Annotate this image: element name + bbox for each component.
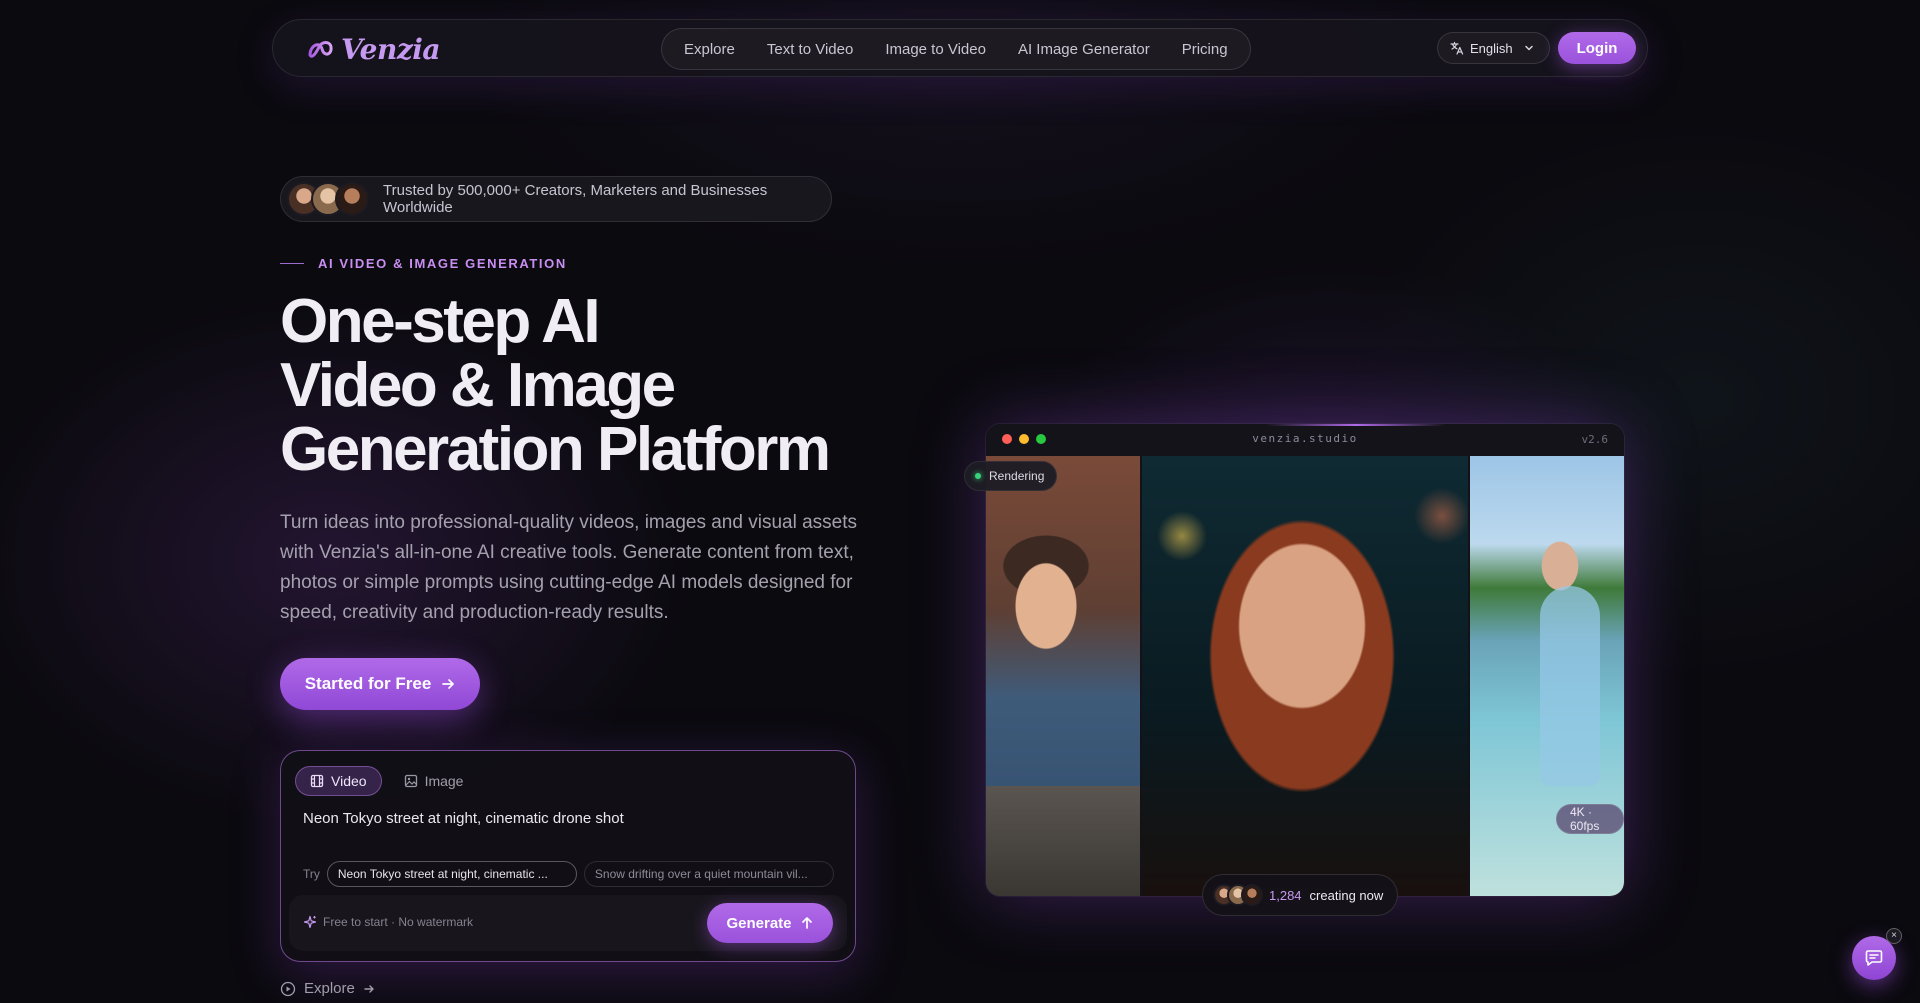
preview-version: v2.6 [1581,433,1609,446]
page-title: One-step AI Video & Image Generation Pla… [280,290,900,482]
preview-window: venzia.studio v2.6 Rendering 4K · 60fps … [964,424,1624,916]
arrow-right-icon [364,984,374,993]
sparkle-icon [303,915,317,929]
eyebrow: AI VIDEO & IMAGE GENERATION [280,256,567,271]
tab-video[interactable]: Video [295,766,382,796]
resolution-badge: 4K · 60fps [1556,804,1624,834]
arrow-up-icon [801,917,812,929]
headline-line: Generation Platform [280,415,831,484]
eyebrow-line [280,263,304,264]
eyebrow-text: AI VIDEO & IMAGE GENERATION [318,256,567,271]
explore-link[interactable]: Explore [280,980,375,997]
brand-logo[interactable]: Venzia [305,33,441,66]
nav-image-to-video[interactable]: Image to Video [869,41,1002,58]
chevron-down-icon [1524,45,1533,51]
preview-image-street [986,456,1140,896]
avatar-group [287,182,369,216]
suggestion-row: Try Neon Tokyo street at night, cinemati… [303,861,834,887]
free-note-text: Free to start · No watermark [323,915,474,929]
explore-label: Explore [304,980,355,997]
status-badge: Rendering [964,461,1058,491]
close-icon[interactable]: × [1886,928,1902,944]
image-icon [404,774,417,788]
prompt-footer: Free to start · No watermark Generate [289,895,847,951]
preview-gallery [986,456,1624,896]
arrow-right-icon [442,679,455,689]
generate-label: Generate [726,914,792,932]
brand-name: Venzia [341,33,441,66]
chat-icon [1865,950,1883,966]
tab-image-label: Image [424,773,464,789]
creating-now-badge: 1,284 creating now [1202,874,1399,916]
preview-domain: venzia.studio [1252,432,1358,445]
translate-icon [1450,41,1464,55]
top-navbar: Venzia Explore Text to Video Image to Vi… [272,19,1648,77]
headline-line: One-step AI [280,287,601,356]
nav-pricing[interactable]: Pricing [1166,41,1244,58]
suggestion-chip[interactable]: Snow drifting over a quiet mountain vil.… [583,861,834,887]
preview-image-portrait [1142,456,1468,896]
creating-label: creating now [1309,887,1384,903]
suggestion-chip[interactable]: Neon Tokyo street at night, cinematic ..… [326,861,577,887]
tab-image[interactable]: Image [390,766,478,796]
try-label: Try [303,867,320,881]
trust-text: Trusted by 500,000+ Creators, Marketers … [383,182,768,216]
film-icon [310,774,324,788]
trust-badge: Trusted by 500,000+ Creators, Marketers … [280,176,832,222]
nav-explore[interactable]: Explore [668,41,751,58]
play-circle-icon [280,981,296,996]
hero-subtitle: Turn ideas into professional-quality vid… [280,512,857,623]
tab-video-label: Video [331,773,367,789]
mode-tabs: Video Image [295,766,477,796]
login-button[interactable]: Login [1558,32,1636,64]
nav-links: Explore Text to Video Image to Video AI … [661,28,1251,70]
get-started-button[interactable]: Started for Free [280,658,480,710]
prompt-input[interactable]: Neon Tokyo street at night, cinematic dr… [303,810,624,827]
avatar [335,182,369,216]
free-note: Free to start · No watermark [303,915,473,929]
nav-text-to-video[interactable]: Text to Video [751,41,869,58]
logo-icon [308,40,333,58]
avatar [1241,884,1263,906]
avatar-group [1213,884,1263,906]
status-text: Rendering [989,469,1045,483]
status-dot [975,473,981,479]
prompt-card: Video Image Neon Tokyo street at night, … [280,750,856,962]
language-label: English [1470,40,1513,56]
get-started-label: Started for Free [304,674,432,693]
headline-line: Video & Image [280,351,676,420]
language-selector[interactable]: English [1437,32,1550,64]
nav-ai-image-generator[interactable]: AI Image Generator [1002,41,1166,58]
creating-count: 1,284 [1269,887,1302,903]
preview-titlebar: venzia.studio v2.6 [986,424,1624,456]
generate-button[interactable]: Generate [707,903,833,943]
